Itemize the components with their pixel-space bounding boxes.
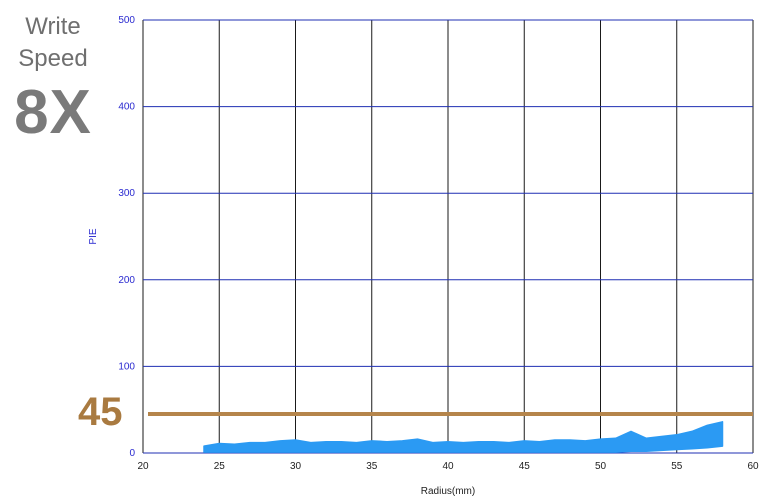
x-tick-labels: 20 25 30 35 40 45 50 55 60 — [137, 461, 759, 472]
x-tick-label-60: 60 — [747, 461, 759, 472]
y-tick-label-400: 400 — [118, 102, 135, 113]
y-tick-label-500: 500 — [118, 15, 135, 26]
vertical-gridlines — [142, 20, 754, 453]
x-tick-label-30: 30 — [290, 461, 302, 472]
x-tick-label-55: 55 — [671, 461, 683, 472]
x-tick-label-25: 25 — [214, 461, 226, 472]
x-axis-title: Radius(mm) — [421, 486, 475, 497]
series-area-0 — [203, 421, 724, 453]
y-tick-label-200: 200 — [118, 275, 135, 286]
y-tick-label-0: 0 — [129, 448, 135, 459]
x-tick-label-40: 40 — [442, 461, 454, 472]
y-tick-label-300: 300 — [118, 188, 135, 199]
x-tick-label-20: 20 — [137, 461, 149, 472]
x-tick-label-50: 50 — [595, 461, 607, 472]
y-tick-label-100: 100 — [118, 361, 135, 372]
x-tick-label-45: 45 — [519, 461, 531, 472]
x-tick-label-35: 35 — [366, 461, 378, 472]
pie-chart: 0100200300400500 20 25 30 35 40 45 50 55 60 PIE … — [88, 15, 759, 497]
y-axis-title: PIE — [88, 228, 99, 244]
series-layer — [203, 421, 724, 453]
y-tick-labels: 0 100 200 300 400 500 — [118, 15, 135, 459]
